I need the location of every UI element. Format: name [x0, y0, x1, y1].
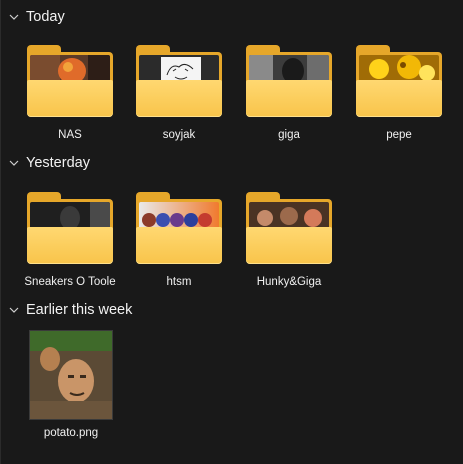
folder-item-hunky-giga[interactable]: Hunky&Giga: [236, 183, 342, 313]
group-header-earlier-this-week[interactable]: Earlier this week: [8, 300, 132, 320]
item-label: soyjak: [162, 129, 196, 141]
folder-icon: [246, 45, 332, 117]
chevron-down-icon[interactable]: [8, 157, 20, 169]
item-label: giga: [278, 129, 300, 141]
folder-item-pepe[interactable]: pepe: [346, 36, 452, 166]
folder-icon: [27, 192, 113, 264]
chevron-down-icon[interactable]: [8, 11, 20, 23]
item-label: potato.png: [43, 427, 99, 439]
item-label: Hunky&Giga: [256, 276, 322, 288]
folder-icon: [356, 45, 442, 117]
item-label: pepe: [386, 129, 412, 141]
folder-item-soyjak[interactable]: soyjak: [126, 36, 232, 166]
folder-icon: [136, 45, 222, 117]
chevron-down-icon[interactable]: [8, 304, 20, 316]
group-header-yesterday[interactable]: Yesterday: [8, 153, 90, 173]
pane-border: [0, 0, 1, 464]
folder-item-nas[interactable]: NAS: [17, 36, 123, 166]
group-header-today[interactable]: Today: [8, 7, 65, 27]
group-label: Earlier this week: [26, 302, 133, 318]
folder-icon: [27, 45, 113, 117]
folder-item-htsm[interactable]: htsm: [126, 183, 232, 313]
folder-icon: [136, 192, 222, 264]
item-label: Sneakers O Toole: [24, 276, 116, 288]
folder-icon: [246, 192, 332, 264]
group-label: Yesterday: [26, 155, 90, 171]
item-label: htsm: [166, 276, 192, 288]
image-file-potato[interactable]: [29, 330, 113, 420]
folder-item-sneakers-o-toole[interactable]: Sneakers O Toole: [17, 183, 123, 313]
item-label: NAS: [58, 129, 82, 141]
folder-item-giga[interactable]: giga: [236, 36, 342, 166]
group-label: Today: [26, 9, 65, 25]
